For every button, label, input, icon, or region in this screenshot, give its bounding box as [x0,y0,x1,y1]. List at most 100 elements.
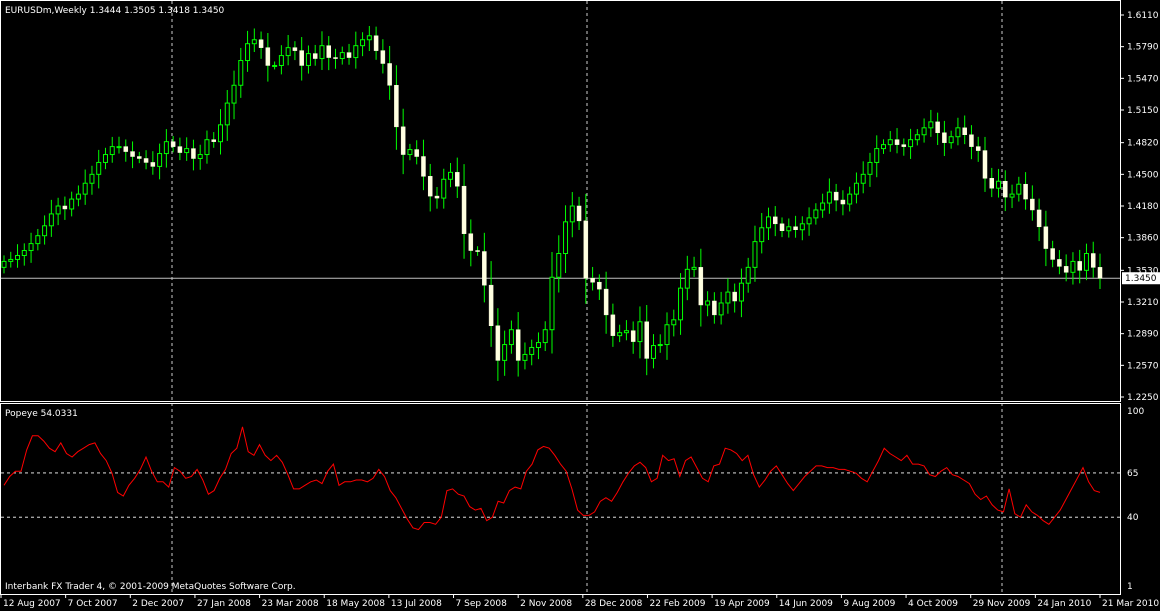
time-axis: 12 Aug 2007 7 Oct 2007 2 Dec 2007 27 Jan 20… [0,594,1159,609]
indicator-axis: 100 65 40 1 [1127,407,1144,592]
candle-body-up [1,260,7,268]
candle-body-up [89,173,95,184]
price-tick-label: 1.4180 [1127,202,1159,212]
candle-body-up [745,266,751,284]
candle-body-up [671,319,677,326]
time-tick-label: 24 Jan 2010 [1037,599,1091,609]
candle-body-up [272,64,278,67]
candle-body-up [353,45,359,59]
candle-body-down [610,314,616,336]
candle-body-down [962,127,967,135]
candle-body-down [1023,183,1028,200]
candle-body-down [779,223,785,231]
candle-body-down [1003,181,1008,198]
candle-body-down [644,321,649,359]
candle-body-up [996,180,1002,189]
candle-body-up [1016,183,1022,195]
candle-body-down [583,220,589,279]
candle-body-up [556,253,562,278]
candle-body-down [427,176,433,197]
candle-body-up [251,39,257,45]
candle-body-down [123,146,129,152]
candle-body-down [732,291,737,302]
price-tick-label: 1.2250 [1127,393,1159,403]
candle-body-up [549,276,555,331]
candle-body-up [407,149,413,156]
candle-body-down [935,121,940,134]
candle-body-up [853,182,859,195]
candle-body-up [245,43,251,62]
candle-body-up [224,102,230,126]
candle-body-down [475,250,480,252]
candle-body-down [326,45,331,58]
candle-body-up [305,53,311,66]
chart-header: EURUSDm,Weekly 1.3444 1.3505 1.3418 1.34… [5,6,225,16]
candle-body-down [421,156,426,177]
time-tick-label: 2 Dec 2007 [132,599,184,609]
candle-body-up [820,202,826,211]
candle-body-down [461,185,467,234]
candle-body-up [15,254,21,260]
candle-body-down [630,330,636,342]
candle-body-down [191,148,196,159]
candle-body-up [502,344,508,361]
candle-body-down [1090,253,1096,268]
candle-body-up [42,225,48,237]
candle-body-up [157,153,163,167]
time-tick-label: 7 Sep 2008 [456,599,508,609]
candle-body-up [35,235,41,245]
candle-body-down [698,267,704,306]
time-tick-label: 9 Aug 2009 [843,599,895,609]
candle-body-up [448,171,454,180]
candle-body-down [488,284,494,326]
candle-body-down [495,325,501,361]
candle-body-up [874,148,880,163]
indicator-header: Popeye 54.0331 [5,409,78,419]
candle-body-up [948,136,954,144]
candle-body-down [143,158,149,163]
candle-body-down [773,216,778,225]
candle-body-down [130,151,135,157]
candle-body-up [96,161,102,175]
candle-body-up [8,258,14,262]
candle-body-down [982,150,988,179]
price-tick-label: 1.4500 [1127,170,1159,180]
time-tick-label: 28 Dec 2008 [585,599,643,609]
candle-body-down [590,277,595,283]
candle-body-up [738,282,744,302]
indicator-panel [0,403,1121,595]
candle-body-up [725,291,731,304]
time-tick-label: 12 Aug 2007 [3,599,61,609]
candle-body-up [617,332,623,337]
candle-body-up [799,223,805,231]
candle-body-up [563,221,569,255]
candle-body-up [1083,253,1089,271]
candle-body-up [921,127,927,136]
candle-body-up [955,127,961,138]
candle-body-up [908,139,914,148]
candle-body-down [482,251,487,286]
candle-body-down [394,85,399,128]
candle-body-down [299,50,304,66]
candle-body-down [312,53,318,59]
price-tick-label: 1.2890 [1127,330,1159,340]
candle-body-down [468,233,474,251]
candle-body-down [400,126,406,155]
candle-body-up [752,241,758,268]
candle-body-down [1036,209,1042,228]
candle-body-down [840,199,846,205]
time-tick-label: 4 Oct 2009 [908,599,958,609]
candle-body-up [109,146,115,156]
candle-body-up [664,324,670,346]
candle-body-up [116,146,122,149]
candle-body-up [650,345,656,359]
candle-body-down [1077,261,1082,271]
price-tick-label: 1.5470 [1127,74,1159,84]
candle-body-down [515,329,521,361]
time-tick-label: 21 Mar 2010 [1102,599,1159,609]
candle-body-up [678,287,684,321]
candle-body-up [319,45,325,60]
candle-body-down [603,288,609,316]
candle-body-up [21,250,27,256]
price-tick-label: 1.5790 [1127,43,1159,53]
